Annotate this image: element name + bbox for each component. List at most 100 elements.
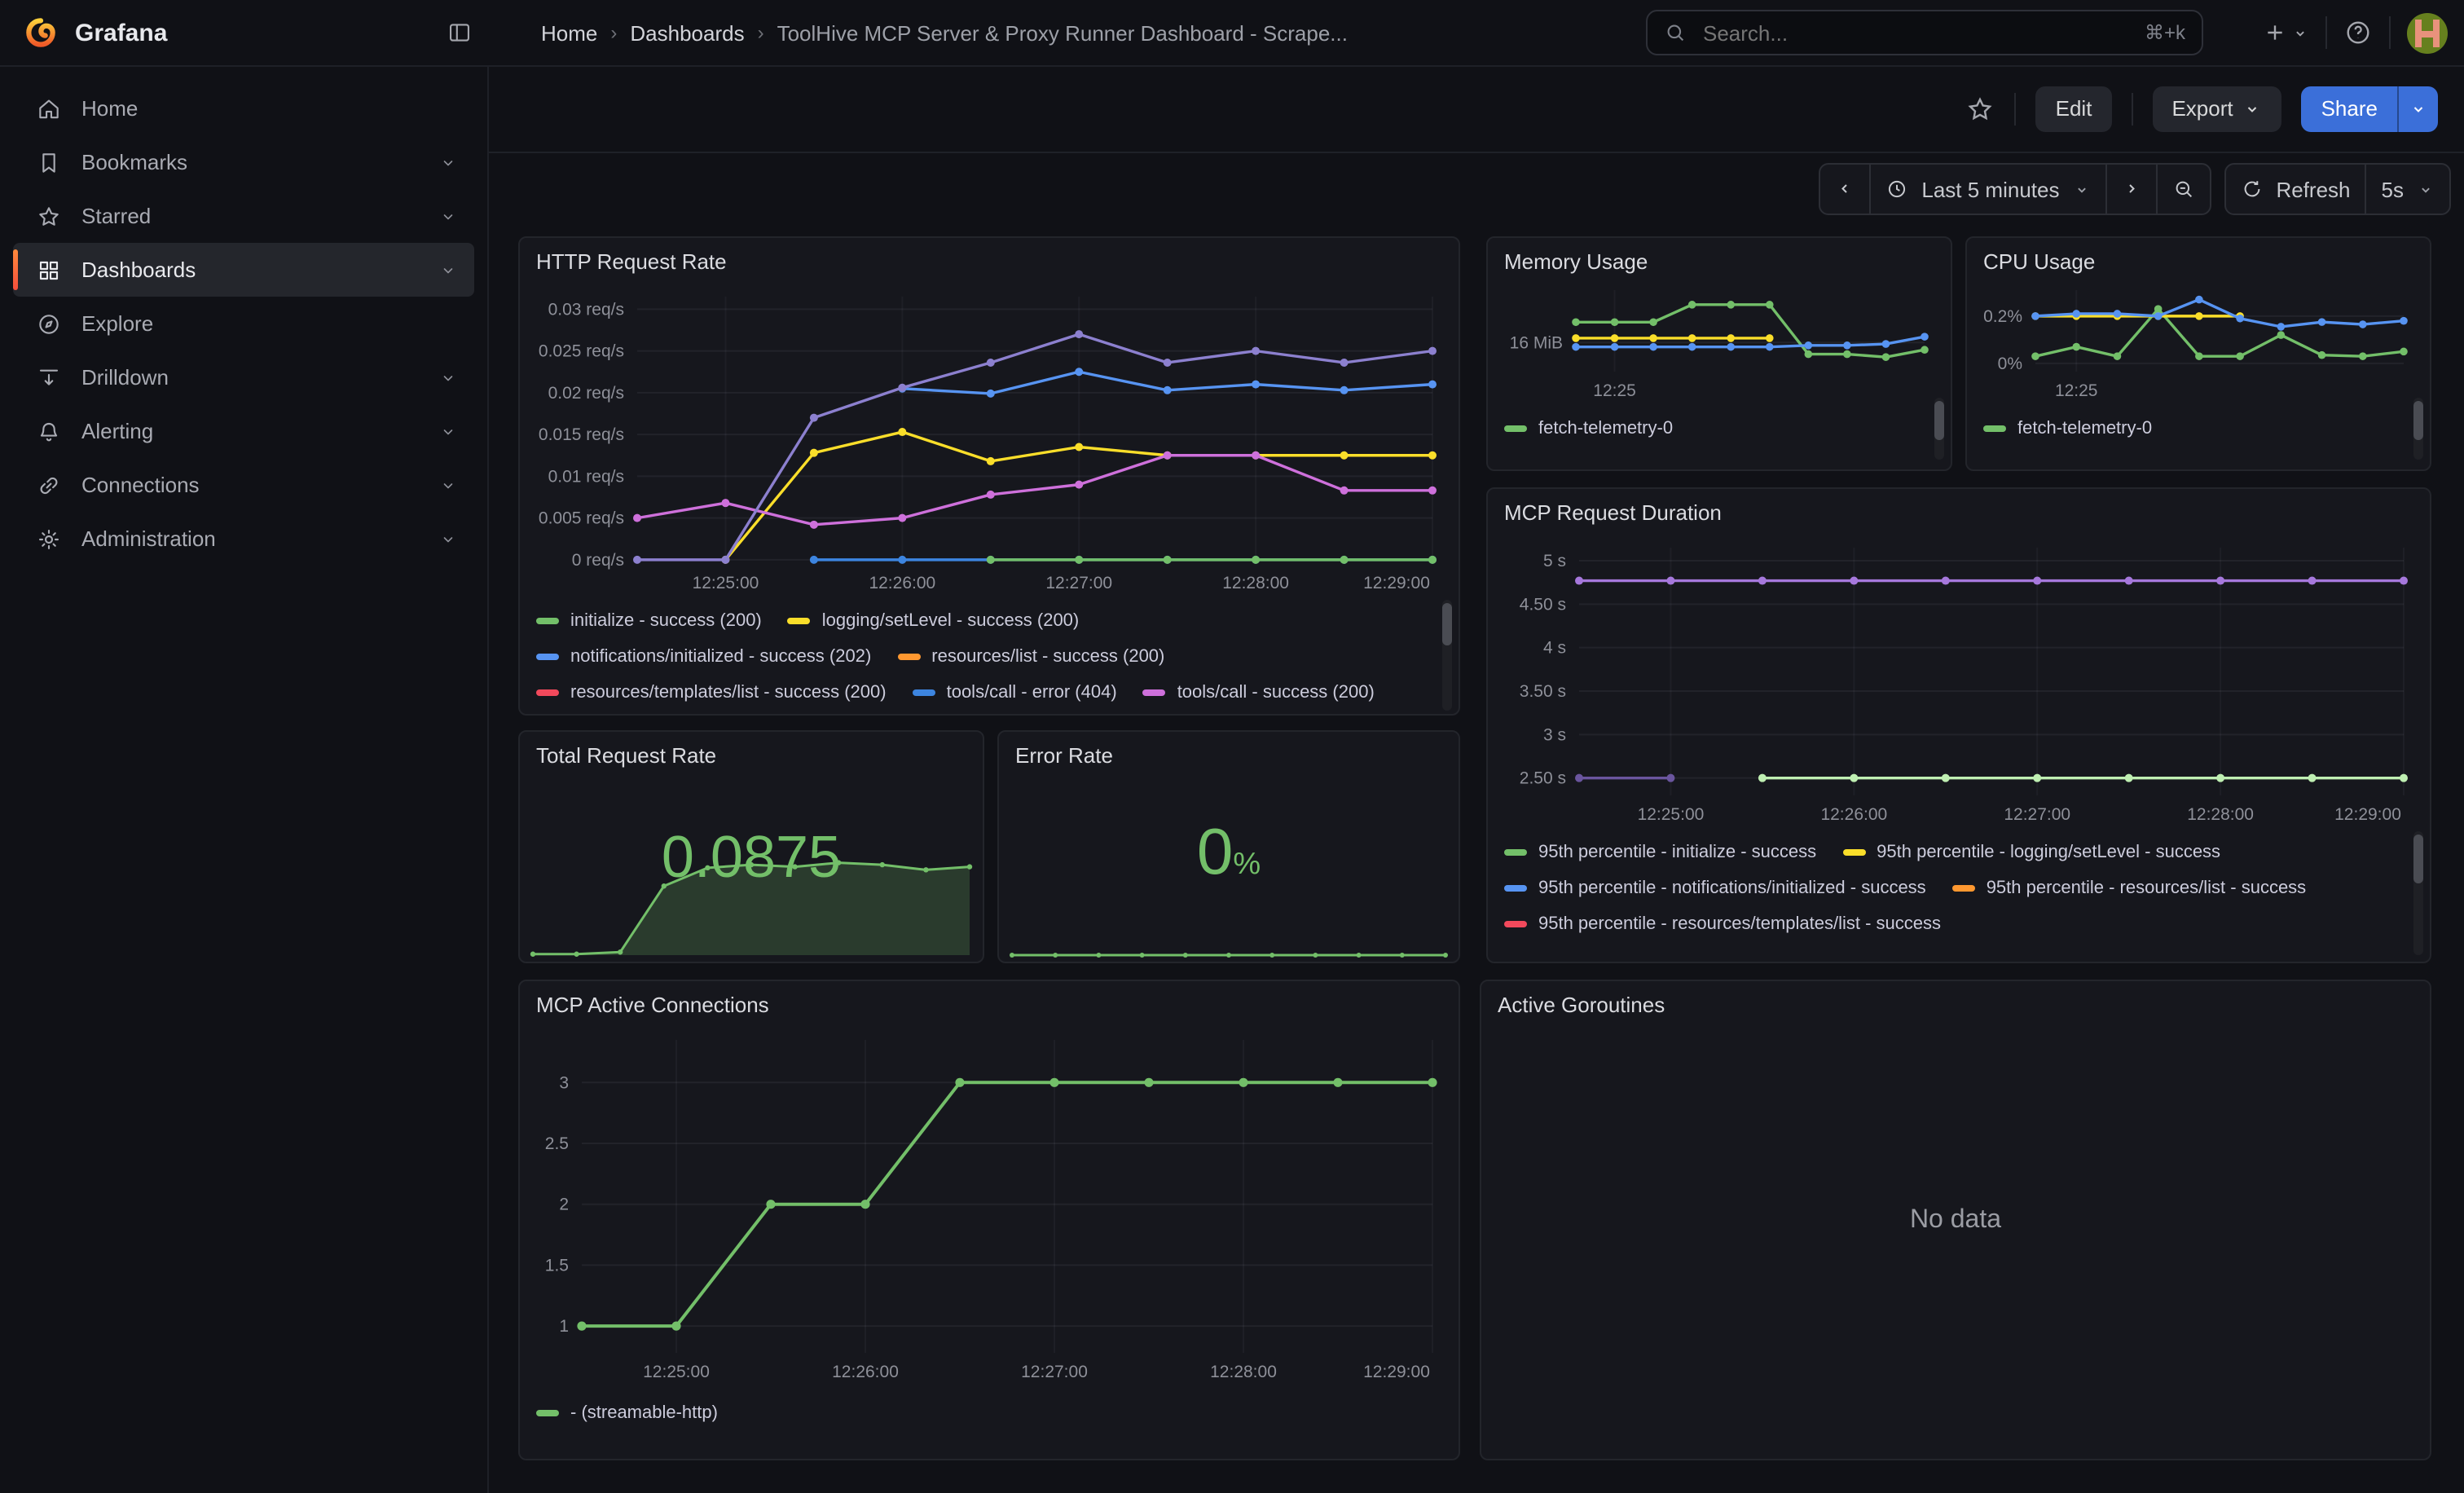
- mcp-active-connections-chart[interactable]: 11.522.5312:25:0012:26:0012:27:0012:28:0…: [533, 1027, 1449, 1385]
- sidebar-item-label: Bookmarks: [81, 150, 187, 174]
- sidebar-item-connections[interactable]: Connections: [13, 458, 474, 512]
- expand-chevron[interactable]: [438, 368, 458, 387]
- edit-button[interactable]: Edit: [2036, 86, 2112, 131]
- svg-text:0.03 req/s: 0.03 req/s: [548, 300, 624, 319]
- time-shift-back-button[interactable]: [1820, 165, 1869, 214]
- expand-chevron[interactable]: [438, 206, 458, 226]
- avatar[interactable]: [2407, 12, 2448, 53]
- time-range-picker[interactable]: Last 5 minutes: [1869, 165, 2105, 214]
- favorite-star-button[interactable]: [1966, 94, 1995, 123]
- drilldown-icon: [36, 364, 62, 390]
- expand-chevron[interactable]: [438, 152, 458, 172]
- grid-icon: [36, 257, 62, 283]
- bell-icon: [36, 418, 62, 444]
- expand-chevron[interactable]: [438, 421, 458, 441]
- dock-menu-button[interactable]: [447, 20, 473, 46]
- legend-item[interactable]: - (streamable-http): [536, 1395, 718, 1431]
- panel-title[interactable]: Active Goroutines: [1498, 993, 1665, 1017]
- legend-item[interactable]: resources/list - success (200): [897, 639, 1164, 675]
- legend-series-label: resources/list - success (200): [931, 647, 1164, 667]
- home-icon: [36, 95, 62, 121]
- export-button[interactable]: Export: [2152, 86, 2281, 131]
- legend-item[interactable]: resources/templates/list - success (200): [536, 675, 887, 711]
- sidebar-item-bookmarks[interactable]: Bookmarks: [13, 135, 474, 189]
- legend-item[interactable]: notifications/initialized - success (202…: [536, 639, 871, 675]
- legend-series-label: tools/call - success (200): [1177, 683, 1375, 702]
- cpu-usage-chart[interactable]: 0.2%0%12:25: [1977, 277, 2420, 404]
- help-button[interactable]: [2343, 18, 2373, 47]
- panel-mcp-request-duration: MCP Request Duration 5 s4.50 s4 s3.50 s3…: [1486, 487, 2431, 963]
- panel-title[interactable]: CPU Usage: [1983, 249, 2095, 274]
- svg-text:12:25:00: 12:25:00: [1638, 805, 1705, 824]
- legend-series-color: [1504, 425, 1527, 432]
- panel-title[interactable]: HTTP Request Rate: [536, 249, 727, 274]
- breadcrumb-item[interactable]: Home: [541, 20, 597, 45]
- legend-item[interactable]: fetch-telemetry-0: [1983, 411, 2152, 443]
- legend-item[interactable]: initialize - success (200): [536, 603, 762, 639]
- legend-item[interactable]: 95th percentile - notifications/initiali…: [1504, 870, 1926, 906]
- legend-item[interactable]: 95th percentile - logging/setLevel - suc…: [1842, 835, 2220, 870]
- svg-text:12:25:00: 12:25:00: [693, 574, 759, 592]
- grafana-logo-icon: [23, 15, 59, 51]
- legend-scrollbar[interactable]: [2413, 831, 2423, 955]
- panel-title[interactable]: MCP Request Duration: [1504, 500, 1722, 525]
- breadcrumb-item[interactable]: Dashboards: [630, 20, 744, 45]
- legend-item[interactable]: 95th percentile - resources/templates/li…: [1504, 906, 1941, 942]
- panel-error-rate: Error Rate 0%: [997, 730, 1460, 963]
- legend-item[interactable]: tools/call - error (404): [913, 675, 1117, 711]
- legend-scrollbar[interactable]: [1934, 398, 1944, 460]
- refresh-interval-picker[interactable]: 5s: [2365, 165, 2449, 214]
- sidebar-item-dashboards[interactable]: Dashboards: [13, 243, 474, 297]
- expand-chevron[interactable]: [438, 529, 458, 548]
- time-shift-forward-button[interactable]: [2105, 165, 2155, 214]
- panel-title[interactable]: Total Request Rate: [536, 743, 716, 768]
- time-range-group: Last 5 minutes: [1819, 163, 2211, 215]
- mcp-request-duration-chart[interactable]: 5 s4.50 s4 s3.50 s3 s2.50 s12:25:0012:26…: [1501, 535, 2420, 828]
- brand-title: Grafana: [75, 19, 430, 46]
- svg-text:12:25:00: 12:25:00: [643, 1363, 710, 1381]
- chart-legend: fetch-telemetry-0: [1504, 411, 1925, 443]
- legend-scrollbar[interactable]: [1442, 600, 1452, 711]
- bookmark-icon: [36, 149, 62, 175]
- http-request-rate-chart[interactable]: 0 req/s0.005 req/s0.01 req/s0.015 req/s0…: [533, 284, 1449, 597]
- stat-unit: %: [1233, 848, 1261, 882]
- breadcrumb-separator: ›: [610, 21, 617, 44]
- legend-item[interactable]: tools/call - success (200): [1143, 675, 1375, 711]
- sidebar-item-alerting[interactable]: Alerting: [13, 404, 474, 458]
- legend-item[interactable]: 95th percentile - initialize - success: [1504, 835, 1816, 870]
- panel-mcp-active-connections: MCP Active Connections 11.522.5312:25:00…: [518, 980, 1460, 1460]
- legend-item[interactable]: 95th percentile - resources/list - succe…: [1952, 870, 2307, 906]
- chevron-down-icon: [438, 421, 458, 441]
- sidebar-item-explore[interactable]: Explore: [13, 297, 474, 350]
- panel-title[interactable]: MCP Active Connections: [536, 993, 769, 1017]
- legend-item[interactable]: tools/list - success (200): [536, 711, 763, 717]
- sidebar-item-administration[interactable]: Administration: [13, 512, 474, 566]
- legend-series-color: [1143, 689, 1166, 696]
- share-dropdown-button[interactable]: [2397, 86, 2438, 131]
- search-input[interactable]: [1700, 19, 2132, 46]
- expand-chevron[interactable]: [438, 475, 458, 495]
- refresh-button[interactable]: Refresh: [2225, 165, 2365, 214]
- error-rate-sparkline[interactable]: [1009, 929, 1449, 958]
- breadcrumb-item[interactable]: ToolHive MCP Server & Proxy Runner Dashb…: [777, 20, 1348, 45]
- legend-item[interactable]: unknown - success (200): [789, 711, 1023, 717]
- memory-usage-chart[interactable]: 16 MiB12:25: [1498, 277, 1941, 404]
- legend-series-color: [1842, 849, 1865, 856]
- sidebar-item-drilldown[interactable]: Drilldown: [13, 350, 474, 404]
- legend-item[interactable]: logging/setLevel - success (200): [788, 603, 1080, 639]
- sidebar-item-starred[interactable]: Starred: [13, 189, 474, 243]
- chevron-down-icon: [2291, 24, 2309, 42]
- panel-title[interactable]: Memory Usage: [1504, 249, 1648, 274]
- search-bar[interactable]: ⌘+k: [1646, 10, 2203, 55]
- zoom-out-time-button[interactable]: [2155, 165, 2209, 214]
- sidebar-item-home[interactable]: Home: [13, 81, 474, 135]
- panel-title[interactable]: Error Rate: [1015, 743, 1113, 768]
- share-button[interactable]: Share: [2302, 86, 2397, 131]
- legend-scrollbar[interactable]: [2413, 398, 2423, 460]
- legend-series-color: [913, 689, 935, 696]
- legend-item[interactable]: fetch-telemetry-0: [1504, 411, 1673, 443]
- add-new-button[interactable]: [2262, 20, 2309, 46]
- sidebar-item-label: Explore: [81, 311, 153, 336]
- star-icon: [36, 203, 62, 229]
- expand-chevron[interactable]: [438, 260, 458, 280]
